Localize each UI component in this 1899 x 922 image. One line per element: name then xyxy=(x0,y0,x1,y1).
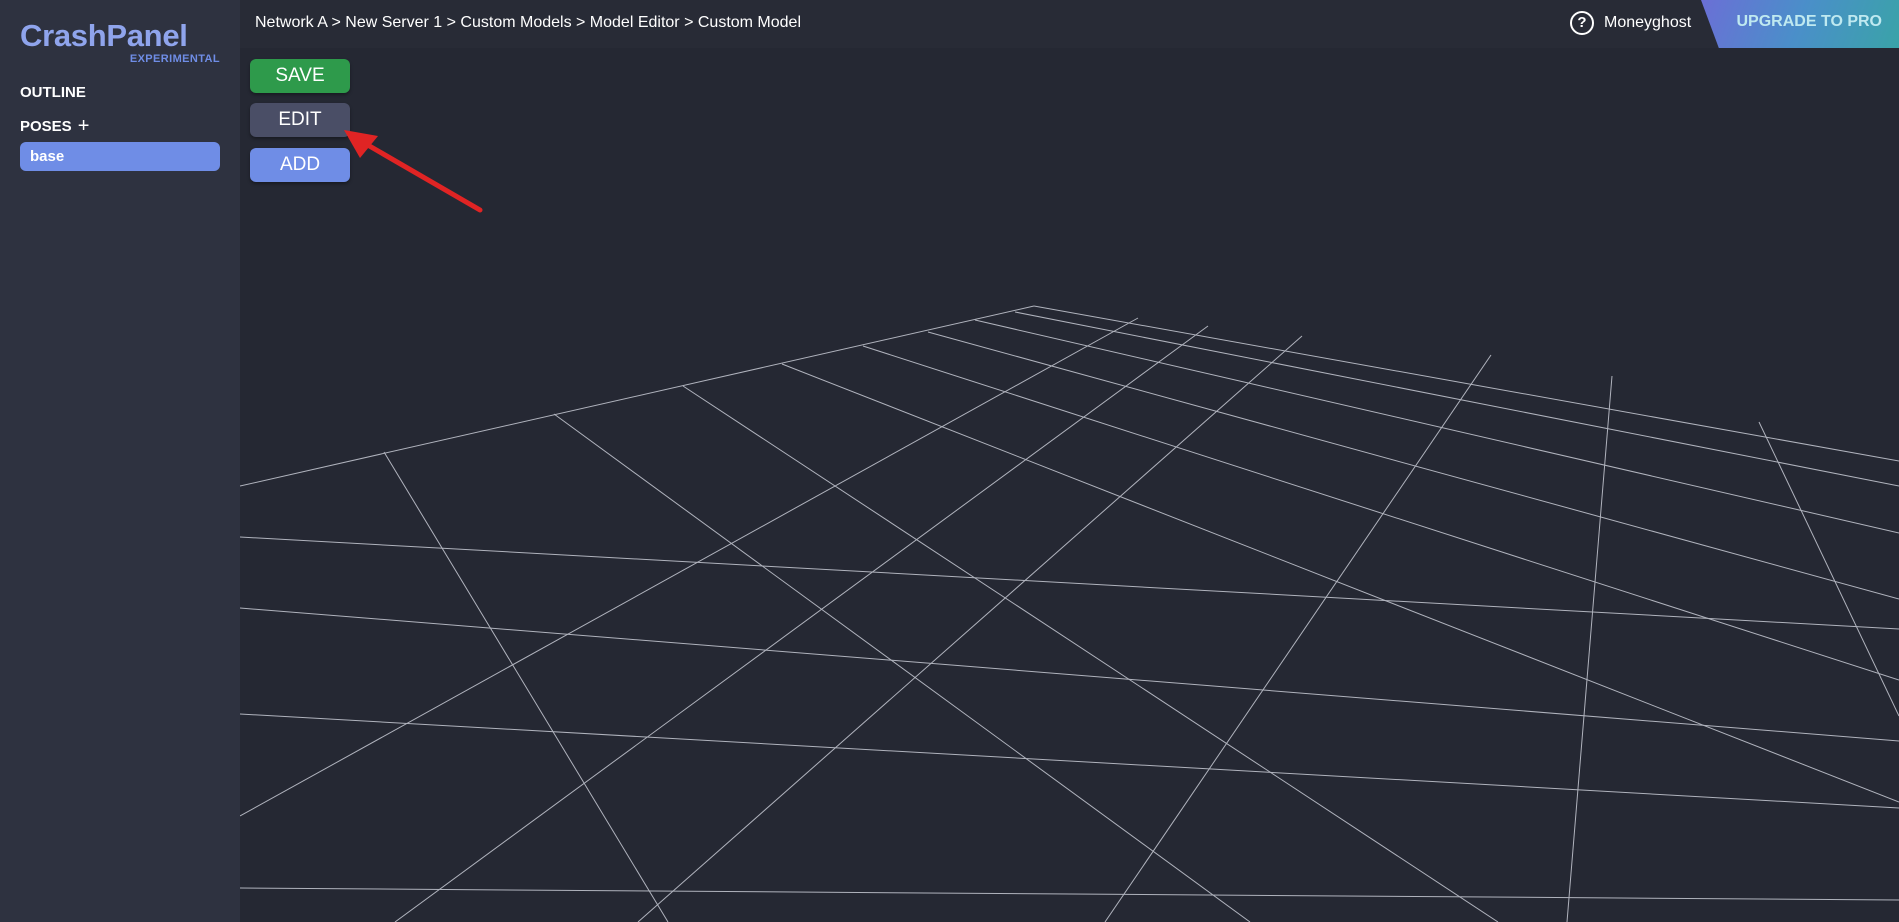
add-pose-icon[interactable]: + xyxy=(78,116,90,136)
user-area: ? Moneyghost xyxy=(1570,10,1691,36)
grid-line xyxy=(927,331,1899,600)
poses-label: POSES xyxy=(20,118,72,135)
grid-line xyxy=(1104,354,1492,922)
brand-logo[interactable]: CrashPanel EXPERIMENTAL xyxy=(20,18,220,65)
grid-line xyxy=(240,305,1035,487)
grid-line xyxy=(240,713,1899,809)
model-viewport[interactable] xyxy=(240,48,1899,922)
grid-line xyxy=(240,317,1139,817)
save-button[interactable]: SAVE xyxy=(250,59,350,93)
grid-line xyxy=(1014,311,1899,487)
grid-line xyxy=(1758,421,1899,717)
brand-tag: EXPERIMENTAL xyxy=(129,53,220,65)
app-root: CrashPanel EXPERIMENTAL OUTLINE POSES + … xyxy=(0,0,1899,922)
breadcrumb[interactable]: Network A > New Server 1 > Custom Models… xyxy=(255,14,801,32)
grid-line xyxy=(862,345,1899,681)
brand-name: CrashPanel xyxy=(20,18,188,53)
grid-line xyxy=(553,413,1251,922)
grid-line xyxy=(682,385,1499,922)
grid-line xyxy=(383,451,669,922)
grid-line xyxy=(394,325,1209,922)
outline-heading[interactable]: OUTLINE xyxy=(20,84,86,101)
help-icon[interactable]: ? xyxy=(1570,11,1594,35)
upgrade-button[interactable]: UPGRADE TO PRO xyxy=(1701,0,1899,48)
username[interactable]: Moneyghost xyxy=(1604,14,1691,32)
topbar: Network A > New Server 1 > Custom Models… xyxy=(240,0,1899,48)
grid-line xyxy=(240,887,1899,901)
perspective-grid xyxy=(240,305,1899,922)
pose-item-base[interactable]: base xyxy=(20,142,220,171)
add-button[interactable]: ADD xyxy=(250,148,350,182)
grid-line xyxy=(1033,305,1899,462)
poses-heading: POSES + xyxy=(20,116,90,136)
sidebar: CrashPanel EXPERIMENTAL OUTLINE POSES + … xyxy=(0,0,240,922)
grid-line xyxy=(781,363,1899,803)
grid-line xyxy=(637,335,1303,922)
grid-line xyxy=(240,607,1899,742)
edit-button[interactable]: EDIT xyxy=(250,103,350,137)
grid-line xyxy=(240,536,1899,630)
